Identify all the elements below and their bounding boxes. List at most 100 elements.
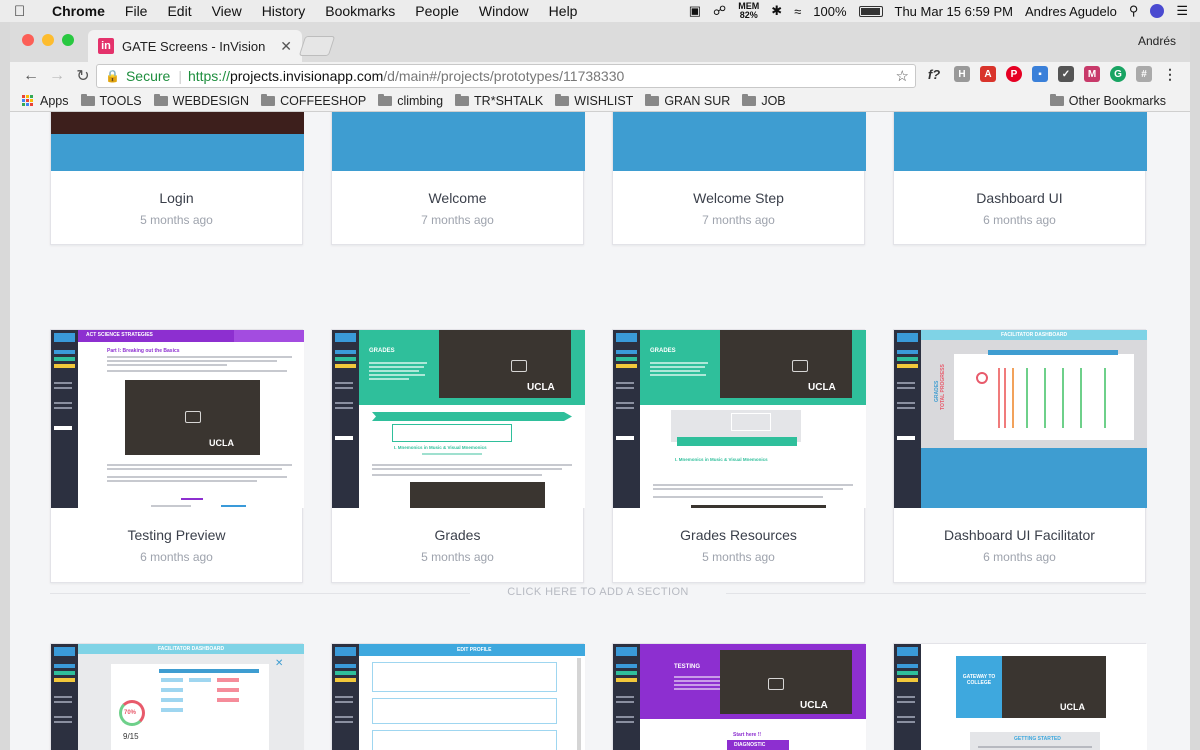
bookmark-folder[interactable]: TR*SHTALK <box>455 93 543 108</box>
bookmark-label: TOOLS <box>99 93 142 108</box>
memory-indicator[interactable]: MEM 82% <box>738 2 759 20</box>
page-extension-icon[interactable]: ▪ <box>1032 66 1048 82</box>
notification-center-icon[interactable]: ☰ <box>1176 3 1188 19</box>
minimize-window-button[interactable] <box>42 34 54 46</box>
other-bookmarks[interactable]: Other Bookmarks <box>1049 94 1166 108</box>
user-name[interactable]: Andres Agudelo <box>1025 4 1117 19</box>
screen-thumbnail: FACILITATOR DASHBOARD GRADES TOTAL PROGR… <box>894 330 1147 508</box>
mini-header: ACT SCIENCE STRATEGIES <box>78 330 304 342</box>
bookmark-apps[interactable]: Apps <box>22 94 69 108</box>
maximize-window-button[interactable] <box>62 34 74 46</box>
mini-sidebar <box>51 644 78 750</box>
bluetooth-icon[interactable]: ✱ <box>771 3 782 19</box>
forward-arrow-icon[interactable]: → <box>44 67 70 85</box>
bookmark-folder[interactable]: WISHLIST <box>555 93 633 108</box>
mini-sidebar <box>51 330 78 508</box>
grid-extension-icon[interactable]: # <box>1136 66 1152 82</box>
new-tab-button[interactable] <box>298 36 336 56</box>
battery-icon[interactable] <box>858 5 883 17</box>
siri-icon[interactable] <box>1150 4 1165 18</box>
creative-cloud-icon[interactable]: ☍ <box>713 3 726 19</box>
mini-screen: GRADES UCLA I. Mnemonics in Music & Visu… <box>332 330 585 508</box>
ucla-text: UCLA <box>808 382 836 393</box>
bookmark-apps-label: Apps <box>40 93 69 108</box>
close-tab-icon[interactable]: ✕ <box>280 38 292 55</box>
grades-header: GRADES UCLA <box>359 330 585 405</box>
menu-bookmarks[interactable]: Bookmarks <box>325 3 395 19</box>
bookmark-folder[interactable]: TOOLS <box>80 93 142 108</box>
play-icon <box>511 360 527 372</box>
clock[interactable]: Thu Mar 15 6:59 PM <box>895 4 1014 19</box>
mail-extension-icon[interactable]: M <box>1084 66 1100 82</box>
login-hero-image <box>51 112 304 134</box>
browser-tab[interactable]: in GATE Screens - InVision ✕ <box>88 30 302 62</box>
chrome-menu-icon[interactable]: ⋮ <box>1162 66 1178 82</box>
window-controls <box>22 34 82 46</box>
spotlight-search-icon[interactable]: ⚲ <box>1129 3 1139 19</box>
part-title: Part I: Breaking out the Basics <box>107 348 180 354</box>
screen-thumbnail: TESTING UCLA Start here !! DIAGNOSTIC <box>613 644 866 750</box>
adblock-extension-icon[interactable]: A <box>980 66 996 82</box>
menu-people[interactable]: People <box>415 3 459 19</box>
screen-card-grades[interactable]: GRADES UCLA I. Mnemonics in Music & Visu… <box>331 329 585 583</box>
apple-menu-icon[interactable]:  <box>14 3 36 20</box>
progress-chevrons <box>372 412 572 421</box>
menu-help[interactable]: Help <box>549 3 578 19</box>
screen-card-welcome[interactable]: Welcome 7 months ago <box>331 112 585 245</box>
bookmark-star-icon[interactable]: ☆ <box>896 67 909 85</box>
bookmark-folder[interactable]: COFFEESHOP <box>261 93 366 108</box>
mini-screen: EDIT PROFILE <box>332 644 585 750</box>
memory-value: 82% <box>739 10 758 20</box>
battery-percent[interactable]: 100% <box>813 4 846 19</box>
mini-sidebar <box>332 644 359 750</box>
screen-card-edit-profile[interactable]: EDIT PROFILE <box>331 643 585 750</box>
pocket-extension-icon[interactable]: ✓ <box>1058 66 1074 82</box>
screen-card-login[interactable]: Login 5 months ago <box>50 112 304 245</box>
menu-view[interactable]: View <box>212 3 242 19</box>
menu-window[interactable]: Window <box>479 3 529 19</box>
grammarly-extension-icon[interactable]: G <box>1110 66 1126 82</box>
facilitator-header: FACILITATOR DASHBOARD <box>921 330 1147 340</box>
screen-card-facilitator-modal[interactable]: FACILITATOR DASHBOARD 70% 9/15 ✕ <box>50 643 304 750</box>
testing-title: TESTING <box>674 664 701 670</box>
pinterest-extension-icon[interactable]: P <box>1006 66 1022 82</box>
add-section-divider[interactable]: CLICK HERE TO ADD A SECTION <box>50 586 1146 600</box>
wifi-icon[interactable]: ≈ <box>794 4 801 19</box>
menu-file[interactable]: File <box>125 3 148 19</box>
grades-title: GRADES <box>650 348 676 354</box>
play-icon <box>185 411 201 423</box>
screen-time: 6 months ago <box>983 550 1056 564</box>
menu-history[interactable]: History <box>262 3 306 19</box>
h-extension-icon[interactable]: H <box>954 66 970 82</box>
reload-icon[interactable]: ↻ <box>70 66 96 86</box>
bookmark-label: GRAN SUR <box>664 93 731 108</box>
screen-card-dashboard-ui[interactable]: Dashboard UI 6 months ago <box>893 112 1147 245</box>
screen-thumbnail: GRADES UCLA I. Mnemonics in Music & Visu… <box>613 330 866 508</box>
screen-card-dashboard-ui-facilitator[interactable]: FACILITATOR DASHBOARD GRADES TOTAL PROGR… <box>893 329 1147 583</box>
screen-card-welcome-step[interactable]: Welcome Step 7 months ago <box>612 112 866 245</box>
mnemonics-title: I. Mnemonics in Music & Visual Mnemonics <box>675 457 768 462</box>
display-icon[interactable]: ▣ <box>689 3 701 19</box>
screen-time: 5 months ago <box>140 213 213 227</box>
bookmark-folder[interactable]: WEBDESIGN <box>153 93 249 108</box>
bookmark-folder[interactable]: GRAN SUR <box>645 93 731 108</box>
screen-card-grades-resources[interactable]: GRADES UCLA I. Mnemonics in Music & Visu… <box>612 329 866 583</box>
mini-screen: GRADES UCLA I. Mnemonics in Music & Visu… <box>613 330 866 508</box>
menu-app-name[interactable]: Chrome <box>52 3 105 19</box>
screen-time: 6 months ago <box>140 550 213 564</box>
bookmark-folder[interactable]: JOB <box>742 93 786 108</box>
add-section-label[interactable]: CLICK HERE TO ADD A SECTION <box>50 586 1146 598</box>
address-bar[interactable]: 🔒 Secure | https://projects.invisionapp.… <box>96 64 916 88</box>
screen-time: 5 months ago <box>421 550 494 564</box>
profile-name[interactable]: Andrés <box>1138 34 1176 48</box>
close-window-button[interactable] <box>22 34 34 46</box>
progress-table <box>954 350 1134 440</box>
menu-edit[interactable]: Edit <box>167 3 191 19</box>
screen-card-testing[interactable]: TESTING UCLA Start here !! DIAGNOSTIC <box>612 643 866 750</box>
screen-thumbnail: EDIT PROFILE <box>332 644 585 750</box>
screen-card-getting-started[interactable]: GATEWAY TO COLLEGE UCLA GETTING STARTED <box>893 643 1147 750</box>
bookmark-folder[interactable]: climbing <box>378 93 443 108</box>
screen-card-testing-preview[interactable]: ACT SCIENCE STRATEGIES Part I: Breaking … <box>50 329 304 583</box>
formula-extension-icon[interactable]: f? <box>924 66 944 82</box>
back-arrow-icon[interactable]: ← <box>18 67 44 85</box>
